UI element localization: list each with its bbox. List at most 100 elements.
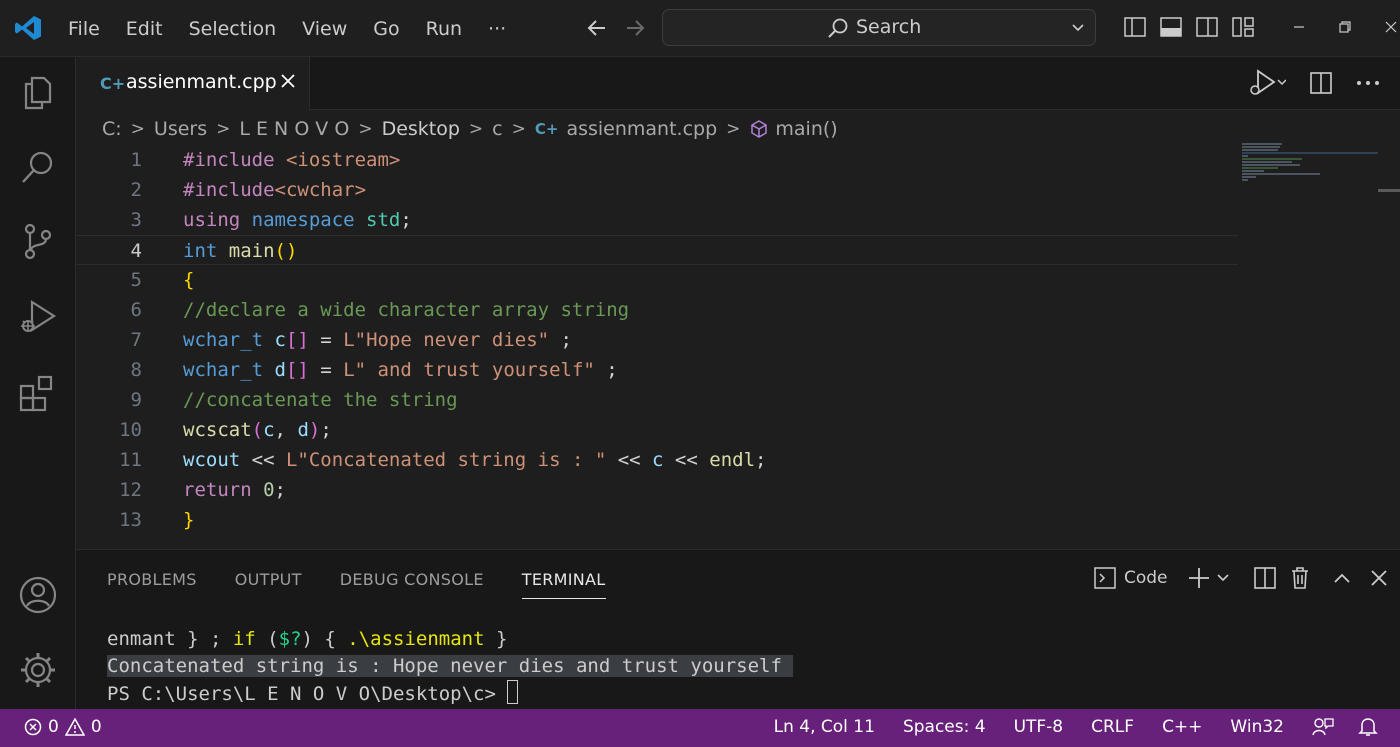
breadcrumb-item[interactable]: Users xyxy=(154,118,207,140)
line-number: 5 xyxy=(130,269,142,291)
run-debug-file-icon[interactable] xyxy=(1246,68,1286,98)
tab-assienmant-cpp[interactable]: C+ assienmant.cpp xyxy=(76,57,310,110)
code-text: wchar_t c[] = L"Hope never dies" ; xyxy=(183,325,572,355)
menu-selection[interactable]: Selection xyxy=(189,18,277,40)
toggle-secondary-sidebar-icon[interactable] xyxy=(1196,15,1218,39)
tab-problems[interactable]: PROBLEMS xyxy=(107,570,197,599)
customize-layout-icon[interactable] xyxy=(1232,15,1254,39)
code-line[interactable]: 9 //concatenate the string xyxy=(76,385,1238,415)
encoding[interactable]: UTF-8 xyxy=(1014,717,1064,737)
menu-run[interactable]: Run xyxy=(426,18,462,40)
title-bar: File Edit Selection View Go Run ··· Sear… xyxy=(0,0,1400,57)
editor-actions xyxy=(1246,68,1380,98)
code-token: 0 xyxy=(263,479,275,501)
breadcrumb-item[interactable]: Desktop xyxy=(382,118,460,140)
command-center-search[interactable]: Search xyxy=(662,9,1096,46)
code-text: //concatenate the string xyxy=(183,385,458,415)
breadcrumb-file[interactable]: assienmant.cpp xyxy=(566,118,717,140)
code-token: wchar_t xyxy=(183,359,275,381)
tab-terminal[interactable]: TERMINAL xyxy=(521,570,606,599)
restore-icon[interactable] xyxy=(1338,20,1352,34)
warning-count: 0 xyxy=(90,717,102,737)
language-mode[interactable]: C++ xyxy=(1162,717,1202,737)
run-and-debug-icon[interactable] xyxy=(18,297,58,337)
search-icon[interactable] xyxy=(18,147,58,187)
breadcrumb-item[interactable]: C: xyxy=(102,118,122,140)
forward-arrow-icon[interactable] xyxy=(623,14,647,42)
split-editor-icon[interactable] xyxy=(1310,72,1332,94)
cursor-position[interactable]: Ln 4, Col 11 xyxy=(774,717,875,737)
menu-edit[interactable]: Edit xyxy=(126,18,163,40)
extensions-icon[interactable] xyxy=(18,373,58,413)
manage-gear-icon[interactable] xyxy=(18,650,58,690)
tab-output[interactable]: OUTPUT xyxy=(235,570,302,599)
code-line[interactable]: 1 #include <iostream> xyxy=(76,145,1238,175)
notifications-bell-icon[interactable] xyxy=(1358,717,1378,737)
code-line[interactable]: 2 #include<cwchar> xyxy=(76,175,1238,205)
code-text: { xyxy=(183,265,194,295)
code-line[interactable]: 5{ xyxy=(76,265,1238,295)
code-line[interactable]: 13} xyxy=(76,505,1238,535)
code-line[interactable]: 11 wcout << L"Concatenated string is : " … xyxy=(76,445,1238,475)
line-number: 3 xyxy=(130,209,142,231)
tab-debug-console[interactable]: DEBUG CONSOLE xyxy=(340,570,484,599)
terminal-icon xyxy=(1094,567,1116,589)
menu-file[interactable]: File xyxy=(68,18,100,40)
minimap[interactable] xyxy=(1242,143,1378,193)
code-line[interactable]: 7 wchar_t c[] = L"Hope never dies" ; xyxy=(76,325,1238,355)
maximize-panel-icon[interactable] xyxy=(1332,571,1352,585)
code-line[interactable]: 8 wchar_t d[] = L" and trust yourself" ; xyxy=(76,355,1238,385)
accounts-icon[interactable] xyxy=(18,575,58,615)
code-line[interactable]: 12 return 0; xyxy=(76,475,1238,505)
vscode-logo-icon xyxy=(15,16,41,40)
chevron-down-icon[interactable] xyxy=(1216,572,1230,584)
code-text: int main() xyxy=(183,236,297,266)
new-terminal-icon[interactable] xyxy=(1188,567,1210,589)
source-control-icon[interactable] xyxy=(18,221,58,261)
toggle-panel-icon[interactable] xyxy=(1160,15,1182,39)
trash-icon[interactable] xyxy=(1290,567,1310,589)
code-line[interactable]: 10 wcscat(c, d); xyxy=(76,415,1238,445)
code-line[interactable]: 3 using namespace std; xyxy=(76,205,1238,235)
close-window-icon[interactable] xyxy=(1384,20,1398,34)
breadcrumb-item[interactable]: L E N O V O xyxy=(239,118,349,140)
problems-status[interactable]: 0 0 xyxy=(24,717,102,737)
menu-go[interactable]: Go xyxy=(373,18,399,40)
warning-icon xyxy=(64,718,85,736)
line-number: 9 xyxy=(130,389,142,411)
split-terminal-icon[interactable] xyxy=(1253,567,1276,589)
code-text: //declare a wide character array string xyxy=(183,295,629,325)
menu-more[interactable]: ··· xyxy=(488,18,506,40)
close-tab-icon[interactable] xyxy=(280,73,296,89)
code-token: L" and trust yourself" xyxy=(343,359,595,381)
end-of-line[interactable]: CRLF xyxy=(1091,717,1134,737)
breadcrumb-symbol[interactable]: main() xyxy=(775,118,837,140)
back-arrow-icon[interactable] xyxy=(585,14,609,42)
editor-scrollbar[interactable] xyxy=(1378,145,1400,549)
code-token: return xyxy=(183,479,264,501)
close-panel-icon[interactable] xyxy=(1370,569,1388,587)
feedback-icon[interactable] xyxy=(1312,717,1334,737)
menu-view[interactable]: View xyxy=(302,18,347,40)
code-text: #include <iostream> xyxy=(183,145,400,175)
code-editor[interactable]: 1 #include <iostream> 2 #include<cwchar> 3 us… xyxy=(76,145,1400,549)
terminal-output[interactable]: enmant } ; if ($?) { .\assienmant } Conc… xyxy=(107,626,794,708)
indentation[interactable]: Spaces: 4 xyxy=(903,717,986,737)
search-label: Search xyxy=(856,16,922,38)
code-token: ; xyxy=(594,359,618,381)
breadcrumb-item[interactable]: c xyxy=(492,118,502,140)
minimize-icon[interactable] xyxy=(1292,20,1306,34)
chevron-down-icon[interactable] xyxy=(1071,22,1085,34)
code-token: #include xyxy=(183,149,286,171)
platform[interactable]: Win32 xyxy=(1230,717,1284,737)
code-token: wcout xyxy=(183,449,241,471)
code-line[interactable]: 6 //declare a wide character array string xyxy=(76,295,1238,325)
more-actions-icon[interactable] xyxy=(1356,78,1380,88)
terminal-name[interactable]: Code xyxy=(1124,568,1168,588)
code-line[interactable]: 4 int main() xyxy=(76,235,1238,265)
code-token: ; xyxy=(320,419,332,441)
explorer-icon[interactable] xyxy=(18,72,58,112)
chevron-right-icon: > xyxy=(726,119,741,139)
editor-tab-bar: C+ assienmant.cpp xyxy=(76,57,1400,110)
toggle-primary-sidebar-icon[interactable] xyxy=(1124,15,1146,39)
